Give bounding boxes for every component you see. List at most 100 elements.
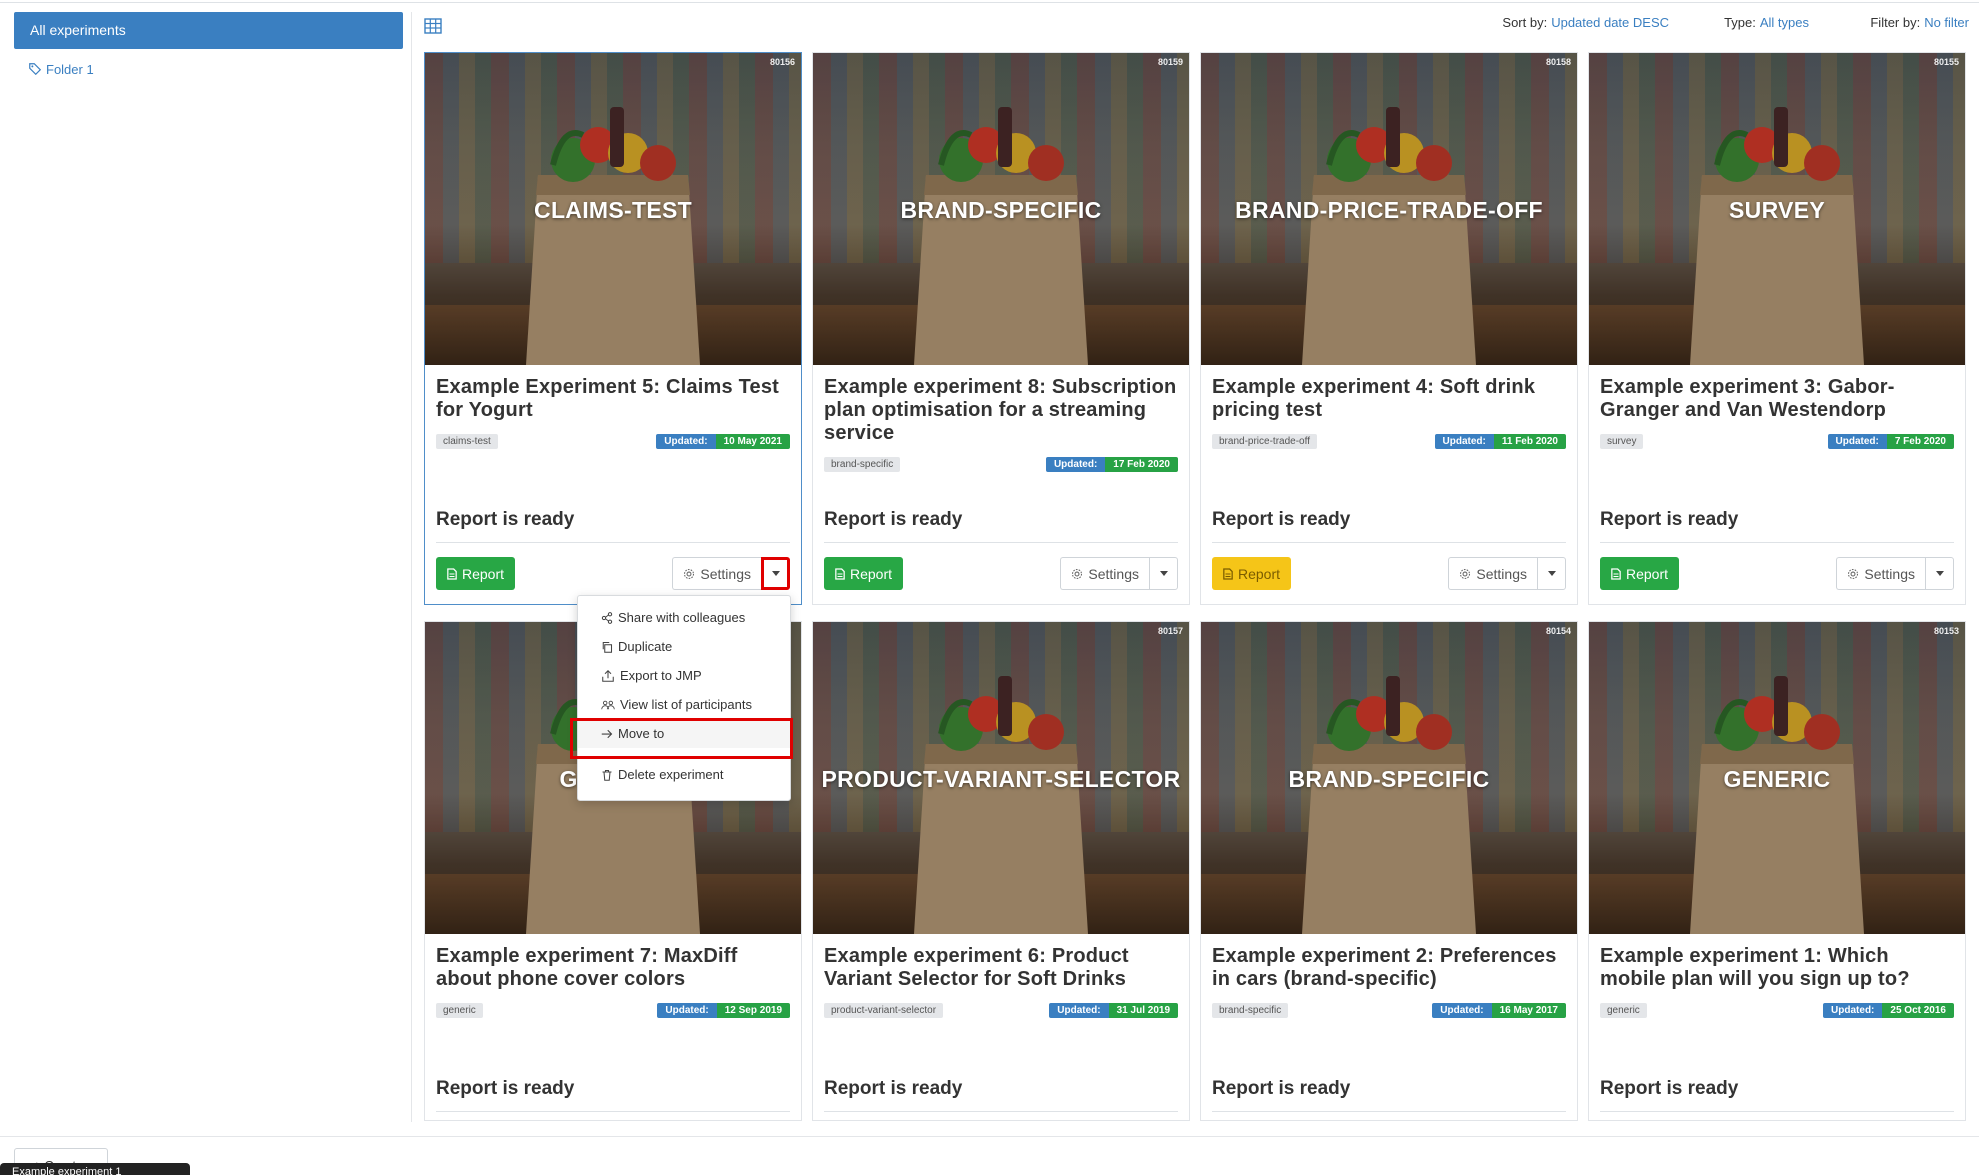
updated-label: Updated:: [656, 433, 716, 449]
experiment-card[interactable]: 80159 BRAND-SPECIFIC Example experiment 8:…: [812, 52, 1190, 605]
menu-item-export-jmp[interactable]: Export to JMP: [578, 661, 790, 690]
menu-item-label: Delete experiment: [618, 767, 724, 782]
report-button[interactable]: Report: [824, 557, 904, 590]
experiment-card[interactable]: 80157 PRODUCT-VARIANT-SELECTOR Example exp…: [812, 621, 1190, 1121]
experiment-type-title: BRAND-SPECIFIC: [1288, 766, 1490, 792]
type-control: Type: All types: [1724, 15, 1809, 30]
settings-button-group: Settings: [1448, 557, 1566, 590]
card-actions: Report Settings: [1600, 557, 1954, 590]
card-actions: Report Settings: [824, 557, 1178, 590]
experiment-title[interactable]: Example Experiment 5: Claims Test for Yo…: [436, 376, 790, 422]
menu-item-view-participants[interactable]: View list of participants: [578, 690, 790, 719]
filter-label: Filter by:: [1870, 15, 1921, 30]
gear-icon: [1072, 568, 1083, 579]
updated-badge: Updated: 16 May 2017: [1432, 1002, 1566, 1018]
report-button[interactable]: Report: [1212, 557, 1292, 590]
experiment-card[interactable]: 80153 GENERIC Example experiment 1: Which …: [1588, 621, 1966, 1121]
report-status: Report is ready: [1212, 1078, 1351, 1099]
type-value-link[interactable]: All types: [1760, 15, 1809, 30]
table-grid-icon[interactable]: [424, 18, 442, 34]
report-button-label: Report: [1626, 565, 1669, 582]
card-meta: brand-specific Updated: 16 May 2017: [1212, 1002, 1566, 1018]
experiment-title[interactable]: Example experiment 8: Subscription plan …: [824, 376, 1178, 445]
sidebar-item-label: Folder 1: [46, 61, 94, 77]
trash-icon: [602, 769, 612, 781]
settings-button[interactable]: Settings: [1836, 557, 1925, 590]
card-image[interactable]: 80159 BRAND-SPECIFIC: [813, 53, 1189, 365]
report-status: Report is ready: [1212, 509, 1351, 530]
menu-item-move-to[interactable]: Move to: [570, 718, 793, 759]
experiment-type-title: GENERIC: [1723, 766, 1831, 792]
tooltip: Example experiment 1: [0, 1163, 190, 1175]
experiment-id: 80159: [1157, 57, 1183, 67]
card-body: Example experiment 3: Gabor-Granger and …: [1589, 365, 1965, 449]
updated-label: Updated:: [1049, 1002, 1109, 1018]
menu-item-share[interactable]: Share with colleagues: [578, 603, 790, 632]
type-tag: generic: [436, 1002, 483, 1018]
card-image[interactable]: 80158 BRAND-PRICE-TRADE-OFF: [1201, 53, 1577, 365]
settings-dropdown-toggle[interactable]: [1925, 557, 1954, 590]
experiment-card[interactable]: 80155 SURVEY Example experiment 3: Gabor-G…: [1588, 52, 1966, 605]
card-divider: [436, 542, 790, 543]
settings-button[interactable]: Settings: [1448, 557, 1537, 590]
settings-dropdown-menu: Share with colleagues Duplicate Export t…: [570, 595, 793, 801]
card-image[interactable]: 80153 GENERIC: [1589, 622, 1965, 934]
card-body: Example experiment 8: Subscription plan …: [813, 365, 1189, 472]
report-button[interactable]: Report: [436, 557, 516, 590]
report-status: Report is ready: [824, 509, 963, 530]
experiment-card[interactable]: 80156 CLAIMS-TEST Example Experiment 5: Cl…: [424, 52, 802, 605]
card-meta: claims-test Updated: 10 May 2021: [436, 433, 790, 449]
experiment-title[interactable]: Example experiment 1: Which mobile plan …: [1600, 945, 1954, 991]
card-status-area: Report is ready: [436, 509, 790, 543]
experiment-title[interactable]: Example experiment 7: MaxDiff about phon…: [436, 945, 790, 991]
settings-dropdown-toggle[interactable]: [1149, 557, 1178, 590]
report-status: Report is ready: [1600, 509, 1739, 530]
card-status-area: Report is ready: [436, 1078, 790, 1112]
file-report-icon: [1223, 567, 1233, 580]
type-tag: claims-test: [436, 433, 498, 449]
experiment-card[interactable]: 80158 BRAND-PRICE-TRADE-OFF Example experi…: [1200, 52, 1578, 605]
report-status: Report is ready: [436, 509, 575, 530]
experiment-title[interactable]: Example experiment 3: Gabor-Granger and …: [1600, 376, 1954, 422]
copy-icon: [602, 641, 613, 653]
card-image[interactable]: 80154 BRAND-SPECIFIC: [1201, 622, 1577, 934]
updated-label: Updated:: [1827, 433, 1887, 449]
experiment-title[interactable]: Example experiment 6: Product Variant Se…: [824, 945, 1178, 991]
experiment-id: 80157: [1157, 626, 1183, 636]
card-status-area: Report is ready: [1212, 1078, 1566, 1112]
gear-icon: [684, 568, 695, 579]
gear-icon: [1460, 568, 1471, 579]
sidebar-item-all-experiments[interactable]: All experiments: [14, 12, 403, 49]
card-divider: [1212, 1111, 1566, 1112]
caret-down-icon: [771, 571, 780, 576]
filter-control: Filter by: No filter: [1870, 15, 1969, 30]
report-button[interactable]: Report: [1600, 557, 1680, 590]
updated-badge: Updated: 7 Feb 2020: [1827, 433, 1954, 449]
settings-button[interactable]: Settings: [672, 557, 761, 590]
menu-item-label: Duplicate: [618, 639, 673, 654]
settings-button-label: Settings: [1088, 565, 1139, 582]
experiment-title[interactable]: Example experiment 4: Soft drink pricing…: [1212, 376, 1566, 422]
settings-dropdown-toggle[interactable]: [761, 557, 790, 590]
updated-date: 17 Feb 2020: [1105, 456, 1178, 472]
type-tag: survey: [1600, 433, 1644, 449]
report-button-label: Report: [850, 565, 893, 582]
sort-value-link[interactable]: Updated date DESC: [1551, 15, 1669, 30]
sidebar-item-folder-1[interactable]: Folder 1: [14, 58, 403, 80]
settings-button[interactable]: Settings: [1060, 557, 1149, 590]
menu-item-duplicate[interactable]: Duplicate: [578, 632, 790, 661]
file-report-icon: [835, 567, 845, 580]
card-image[interactable]: 80156 CLAIMS-TEST: [425, 53, 801, 365]
card-image[interactable]: 80155 SURVEY: [1589, 53, 1965, 365]
settings-dropdown-toggle[interactable]: [1537, 557, 1566, 590]
card-image[interactable]: 80157 PRODUCT-VARIANT-SELECTOR: [813, 622, 1189, 934]
type-tag: brand-specific: [1212, 1002, 1289, 1018]
experiment-card[interactable]: 80154 BRAND-SPECIFIC Example experiment 2:…: [1200, 621, 1578, 1121]
file-report-icon: [1611, 567, 1621, 580]
experiment-title[interactable]: Example experiment 2: Preferences in car…: [1212, 945, 1566, 991]
filter-value-link[interactable]: No filter: [1924, 15, 1969, 30]
menu-divider: [578, 756, 790, 757]
card-status-area: Report is ready: [1600, 1078, 1954, 1112]
menu-item-delete[interactable]: Delete experiment: [578, 760, 790, 789]
experiment-id: 80153: [1933, 626, 1959, 636]
